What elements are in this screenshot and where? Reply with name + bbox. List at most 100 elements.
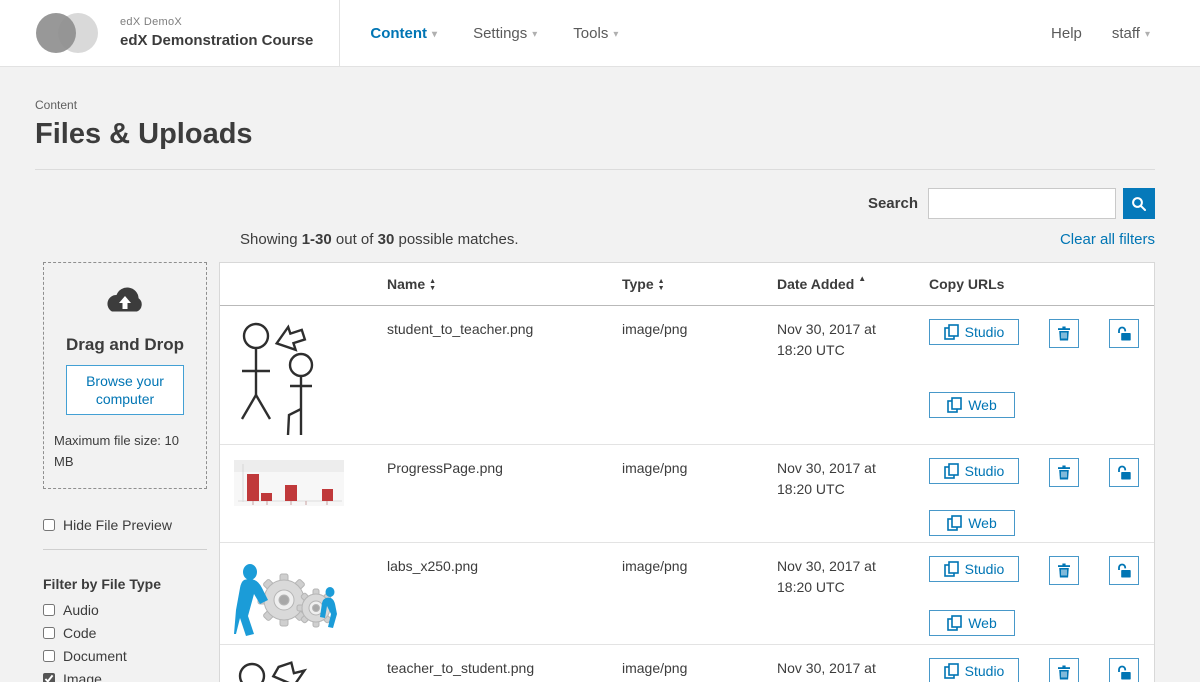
nav-item-label: Content xyxy=(370,25,427,42)
column-header-name[interactable]: Name ▲▼ xyxy=(387,276,622,292)
file-thumbnail-cell xyxy=(220,458,387,542)
search-label: Search xyxy=(868,195,918,212)
table-row: teacher_to_student.png image/png Nov 30,… xyxy=(220,645,1154,682)
filter-checkbox-code[interactable] xyxy=(43,627,55,639)
clear-all-filters-link[interactable]: Clear all filters xyxy=(1060,231,1155,248)
filter-option-label: Audio xyxy=(63,602,99,618)
file-thumbnail-cell xyxy=(220,556,387,644)
file-name: teacher_to_student.png xyxy=(387,658,622,682)
filter-option-audio[interactable]: Audio xyxy=(43,602,207,618)
trash-icon xyxy=(1057,326,1071,341)
hide-file-preview-label: Hide File Preview xyxy=(63,517,172,533)
file-type: image/png xyxy=(622,458,777,542)
header-divider xyxy=(339,0,340,66)
file-date-added: Nov 30, 2017 at 18:20 UTC xyxy=(777,319,902,444)
file-name: ProgressPage.png xyxy=(387,458,622,542)
file-type-filter-list: Audio Code Document Image Other xyxy=(43,602,207,682)
upload-filter-sidebar: Drag and Drop Browse your computer Maxim… xyxy=(43,262,207,682)
filter-option-code[interactable]: Code xyxy=(43,625,207,641)
drag-drop-zone[interactable]: Drag and Drop Browse your computer Maxim… xyxy=(43,262,207,489)
unlock-icon xyxy=(1116,563,1132,578)
drag-drop-title: Drag and Drop xyxy=(54,335,196,355)
browse-computer-button[interactable]: Browse your computer xyxy=(66,365,184,415)
main-nav: Content ▾ Settings ▾ Tools ▾ xyxy=(370,25,618,42)
column-header-date-added[interactable]: Date Added ▲ xyxy=(777,276,929,292)
course-home-link[interactable]: edX DemoX edX Demonstration Course xyxy=(0,0,313,66)
search-input[interactable] xyxy=(928,188,1116,219)
copy-icon xyxy=(947,615,962,631)
table-row: labs_x250.png image/png Nov 30, 2017 at … xyxy=(220,543,1154,645)
unlock-icon xyxy=(1116,465,1132,480)
copy-studio-url-button[interactable]: Studio xyxy=(929,319,1019,345)
lock-toggle-button[interactable] xyxy=(1109,319,1139,348)
copy-studio-url-button[interactable]: Studio xyxy=(929,556,1019,582)
search-button[interactable] xyxy=(1123,188,1155,219)
trash-icon xyxy=(1057,563,1071,578)
nav-item-settings[interactable]: Settings ▾ xyxy=(473,25,537,42)
sort-ascending-icon: ▲ xyxy=(858,274,866,283)
table-row: student_to_teacher.png image/png Nov 30,… xyxy=(220,306,1154,445)
sidebar-divider xyxy=(43,549,207,550)
search-icon xyxy=(1131,196,1147,212)
trash-icon xyxy=(1057,465,1071,480)
user-menu[interactable]: staff ▾ xyxy=(1112,25,1150,42)
nav-item-content[interactable]: Content ▾ xyxy=(370,25,437,42)
table-header-row: Name ▲▼ Type ▲▼ Date Added ▲ Copy URLs xyxy=(220,263,1154,306)
column-header-type[interactable]: Type ▲▼ xyxy=(622,276,777,292)
hide-file-preview-option[interactable]: Hide File Preview xyxy=(43,517,207,533)
title-divider xyxy=(35,169,1155,170)
copy-web-url-button[interactable]: Web xyxy=(929,392,1015,418)
filter-option-document[interactable]: Document xyxy=(43,648,207,664)
copy-icon xyxy=(944,561,959,577)
lock-toggle-button[interactable] xyxy=(1109,458,1139,487)
thumbnail-image xyxy=(234,460,344,506)
help-link[interactable]: Help xyxy=(1051,25,1082,42)
table-body: student_to_teacher.png image/png Nov 30,… xyxy=(220,306,1154,682)
unlock-icon xyxy=(1116,665,1132,680)
filter-checkbox-image[interactable] xyxy=(43,673,55,682)
chevron-down-icon: ▾ xyxy=(613,29,618,40)
file-type: image/png xyxy=(622,556,777,644)
filter-checkbox-audio[interactable] xyxy=(43,604,55,616)
copy-studio-url-button[interactable]: Studio xyxy=(929,658,1019,682)
copy-web-url-button[interactable]: Web xyxy=(929,610,1015,636)
files-table: Name ▲▼ Type ▲▼ Date Added ▲ Copy URLs xyxy=(219,262,1155,682)
max-file-size-note: Maximum file size: 10 MB xyxy=(54,431,196,471)
nav-item-tools[interactable]: Tools ▾ xyxy=(573,25,618,42)
file-type: image/png xyxy=(622,658,777,682)
filter-option-label: Code xyxy=(63,625,96,641)
sort-icon: ▲▼ xyxy=(429,279,436,292)
delete-file-button[interactable] xyxy=(1049,658,1079,682)
delete-file-button[interactable] xyxy=(1049,556,1079,585)
lock-toggle-button[interactable] xyxy=(1109,556,1139,585)
course-org-label: edX DemoX xyxy=(120,16,313,30)
unlock-icon xyxy=(1116,326,1132,341)
copy-icon xyxy=(944,324,959,340)
delete-file-button[interactable] xyxy=(1049,319,1079,348)
table-row: ProgressPage.png image/png Nov 30, 2017 … xyxy=(220,445,1154,543)
delete-file-button[interactable] xyxy=(1049,458,1079,487)
file-date-added: Nov 30, 2017 at 18:20 UTC xyxy=(777,658,902,682)
copy-studio-url-button[interactable]: Studio xyxy=(929,458,1019,484)
copy-icon xyxy=(944,663,959,679)
filter-checkbox-document[interactable] xyxy=(43,650,55,662)
lock-toggle-button[interactable] xyxy=(1109,658,1139,682)
app-header: edX DemoX edX Demonstration Course Conte… xyxy=(0,0,1200,67)
chevron-down-icon: ▾ xyxy=(432,29,437,40)
copy-web-url-button[interactable]: Web xyxy=(929,510,1015,536)
cloud-upload-icon xyxy=(103,285,147,317)
filter-option-image[interactable]: Image xyxy=(43,671,207,682)
file-type: image/png xyxy=(622,319,777,444)
hide-file-preview-checkbox[interactable] xyxy=(43,519,55,531)
filter-by-type-title: Filter by File Type xyxy=(43,576,207,592)
file-thumbnail-cell xyxy=(220,658,387,682)
column-header-copy-urls: Copy URLs xyxy=(929,276,1154,292)
copy-icon xyxy=(944,463,959,479)
sort-icon: ▲▼ xyxy=(658,279,665,292)
thumbnail-image xyxy=(234,321,336,437)
file-date-added: Nov 30, 2017 at 18:20 UTC xyxy=(777,458,902,542)
thumbnail-image xyxy=(234,558,338,638)
page-title: Files & Uploads xyxy=(35,118,1155,151)
course-title: edX Demonstration Course xyxy=(120,32,313,51)
filter-option-label: Document xyxy=(63,648,127,664)
